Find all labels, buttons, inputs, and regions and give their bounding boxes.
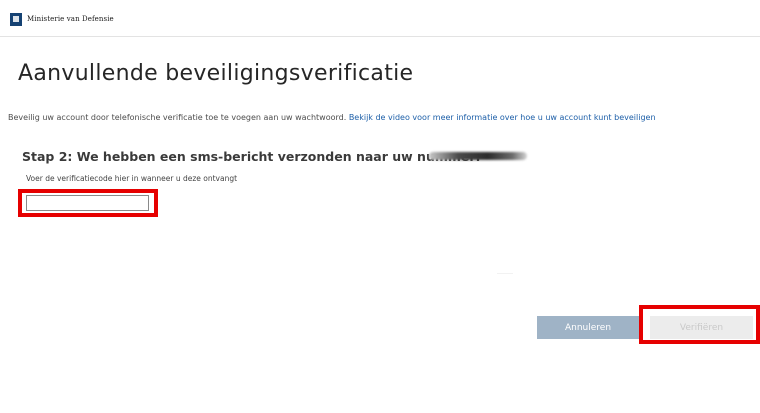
security-video-link[interactable]: Bekijk de video voor meer informatie ove… [349, 113, 656, 122]
cancel-button[interactable]: Annuleren [537, 316, 639, 339]
intro-sentence: Beveilig uw account door telefonische ve… [8, 113, 347, 122]
page-title: Aanvullende beveiligingsverificatie [18, 61, 414, 86]
verify-button[interactable]: Verifiëren [650, 316, 753, 339]
verification-page: Ministerie van Defensie Aanvullende beve… [0, 0, 760, 413]
organization-name: Ministerie van Defensie [27, 15, 114, 23]
dutch-coat-of-arms-icon [10, 13, 22, 26]
top-bar: Ministerie van Defensie [0, 0, 760, 37]
step-heading: Stap 2: We hebben een sms-bericht verzon… [22, 149, 481, 164]
intro-text: Beveilig uw account door telefonische ve… [8, 113, 656, 122]
redacted-phone-number [429, 152, 527, 160]
verification-code-input[interactable] [26, 195, 149, 211]
code-field-label: Voer de verificatiecode hier in wanneer … [26, 174, 238, 183]
divider [497, 273, 513, 274]
